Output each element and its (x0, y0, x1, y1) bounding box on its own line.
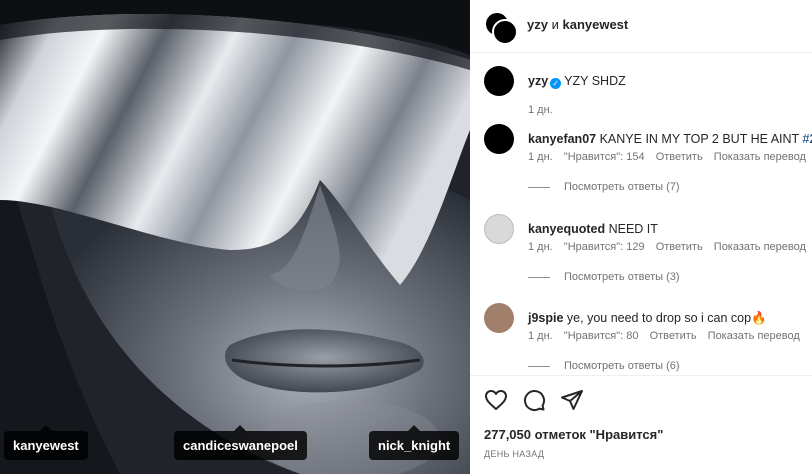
show-translation-button[interactable]: Показать перевод (714, 151, 806, 163)
reply-button[interactable]: Ответить (656, 241, 703, 253)
photo-image (0, 0, 470, 474)
post-authors: yzy и kanyewest (527, 17, 628, 32)
reply-button[interactable]: Ответить (650, 330, 697, 342)
comment-item: kanyequoted NEED IT 1 дн. "Нравится": 12… (484, 214, 812, 289)
author-link-yzy[interactable]: yzy (527, 17, 548, 32)
caption: yzy ✓ YZY SHDZ 1 дн. (484, 66, 812, 116)
comment-time[interactable]: 1 дн. (528, 241, 553, 253)
divider (528, 365, 550, 367)
comment-likes[interactable]: "Нравится": 129 (564, 241, 645, 253)
caption-username[interactable]: yzy (528, 74, 548, 88)
post-details-panel: yzy и kanyewest yzy ✓ YZY SHDZ 1 дн. kan… (470, 0, 812, 474)
comment-text: kanyequoted NEED IT (528, 222, 658, 236)
comment-meta: 1 дн. "Нравится": 80 Ответить Показать п… (528, 330, 808, 342)
view-replies-label: Посмотреть ответы (3) (564, 271, 680, 283)
divider (528, 186, 550, 188)
author-link-kanyewest[interactable]: kanyewest (562, 17, 628, 32)
comment-username[interactable]: kanyefan07 (528, 132, 596, 146)
verified-badge-icon: ✓ (550, 78, 562, 89)
comment-meta: 1 дн. "Нравится": 154 Ответить Показать … (528, 151, 812, 163)
photo-tag-nick-knight[interactable]: nick_knight (369, 425, 460, 460)
post-header: yzy и kanyewest (470, 0, 812, 53)
view-replies-label: Посмотреть ответы (6) (564, 360, 680, 372)
post-date[interactable]: ДЕНЬ НАЗАД (484, 449, 544, 459)
comment-item: j9spie ye, you need to drop so i can cop… (484, 303, 812, 375)
avatar[interactable] (484, 303, 514, 333)
comment-time[interactable]: 1 дн. (528, 151, 553, 163)
authors-joiner: и (551, 17, 559, 32)
comment-likes[interactable]: "Нравится": 154 (564, 151, 645, 163)
hashtag-link[interactable]: #2 (802, 132, 812, 146)
collab-avatars[interactable] (484, 11, 518, 45)
post-modal: kanyewest candiceswanepoel nick_knight y… (0, 0, 812, 474)
avatar[interactable] (484, 124, 514, 154)
comment-meta: 1 дн. "Нравится": 129 Ответить Показать … (528, 241, 812, 253)
photo-tag-candiceswanepoel[interactable]: candiceswanepoel (174, 425, 307, 460)
comment-body: ye, you need to drop so i can cop🔥 (566, 311, 767, 325)
avatar[interactable] (484, 66, 514, 96)
show-translation-button[interactable]: Показать перевод (708, 330, 800, 342)
view-replies-button[interactable]: Посмотреть ответы (3) (528, 271, 680, 283)
comment-username[interactable]: kanyequoted (528, 222, 605, 236)
comment-body: KANYE IN MY TOP 2 BUT HE AINT (599, 132, 799, 146)
view-replies-label: Посмотреть ответы (7) (564, 181, 680, 193)
photo-tag-kanyewest[interactable]: kanyewest (4, 425, 88, 460)
view-replies-button[interactable]: Посмотреть ответы (7) (528, 181, 680, 193)
caption-body: YZY SHDZ (564, 74, 626, 88)
view-replies-button[interactable]: Посмотреть ответы (6) (528, 360, 680, 372)
likes-count[interactable]: 277,050 отметок "Нравится" (484, 427, 663, 442)
post-photo[interactable]: kanyewest candiceswanepoel nick_knight (0, 0, 470, 474)
comment-body: NEED IT (608, 222, 658, 236)
action-icons (484, 388, 584, 412)
comment-text: j9spie ye, you need to drop so i can cop… (528, 311, 767, 326)
comments-list[interactable]: yzy ✓ YZY SHDZ 1 дн. kanyefan07 KANYE IN M… (470, 53, 812, 375)
post-actions: 277,050 отметок "Нравится" ДЕНЬ НАЗАД (470, 375, 812, 475)
caption-meta: 1 дн. (528, 104, 561, 116)
show-translation-button[interactable]: Показать перевод (714, 241, 806, 253)
comment-text: kanyefan07 KANYE IN MY TOP 2 BUT HE AINT… (528, 132, 812, 146)
avatar (492, 19, 518, 45)
divider (528, 276, 550, 278)
heart-icon[interactable] (484, 388, 508, 412)
reply-button[interactable]: Ответить (656, 151, 703, 163)
comment-likes[interactable]: "Нравится": 80 (564, 330, 639, 342)
caption-time[interactable]: 1 дн. (528, 104, 553, 116)
comment-item: kanyefan07 KANYE IN MY TOP 2 BUT HE AINT… (484, 124, 812, 199)
comment-username[interactable]: j9spie (528, 311, 563, 325)
comment-icon[interactable] (522, 388, 546, 412)
comment-time[interactable]: 1 дн. (528, 330, 553, 342)
avatar[interactable] (484, 214, 514, 244)
share-icon[interactable] (560, 388, 584, 412)
caption-text: yzy ✓ YZY SHDZ (528, 74, 626, 89)
